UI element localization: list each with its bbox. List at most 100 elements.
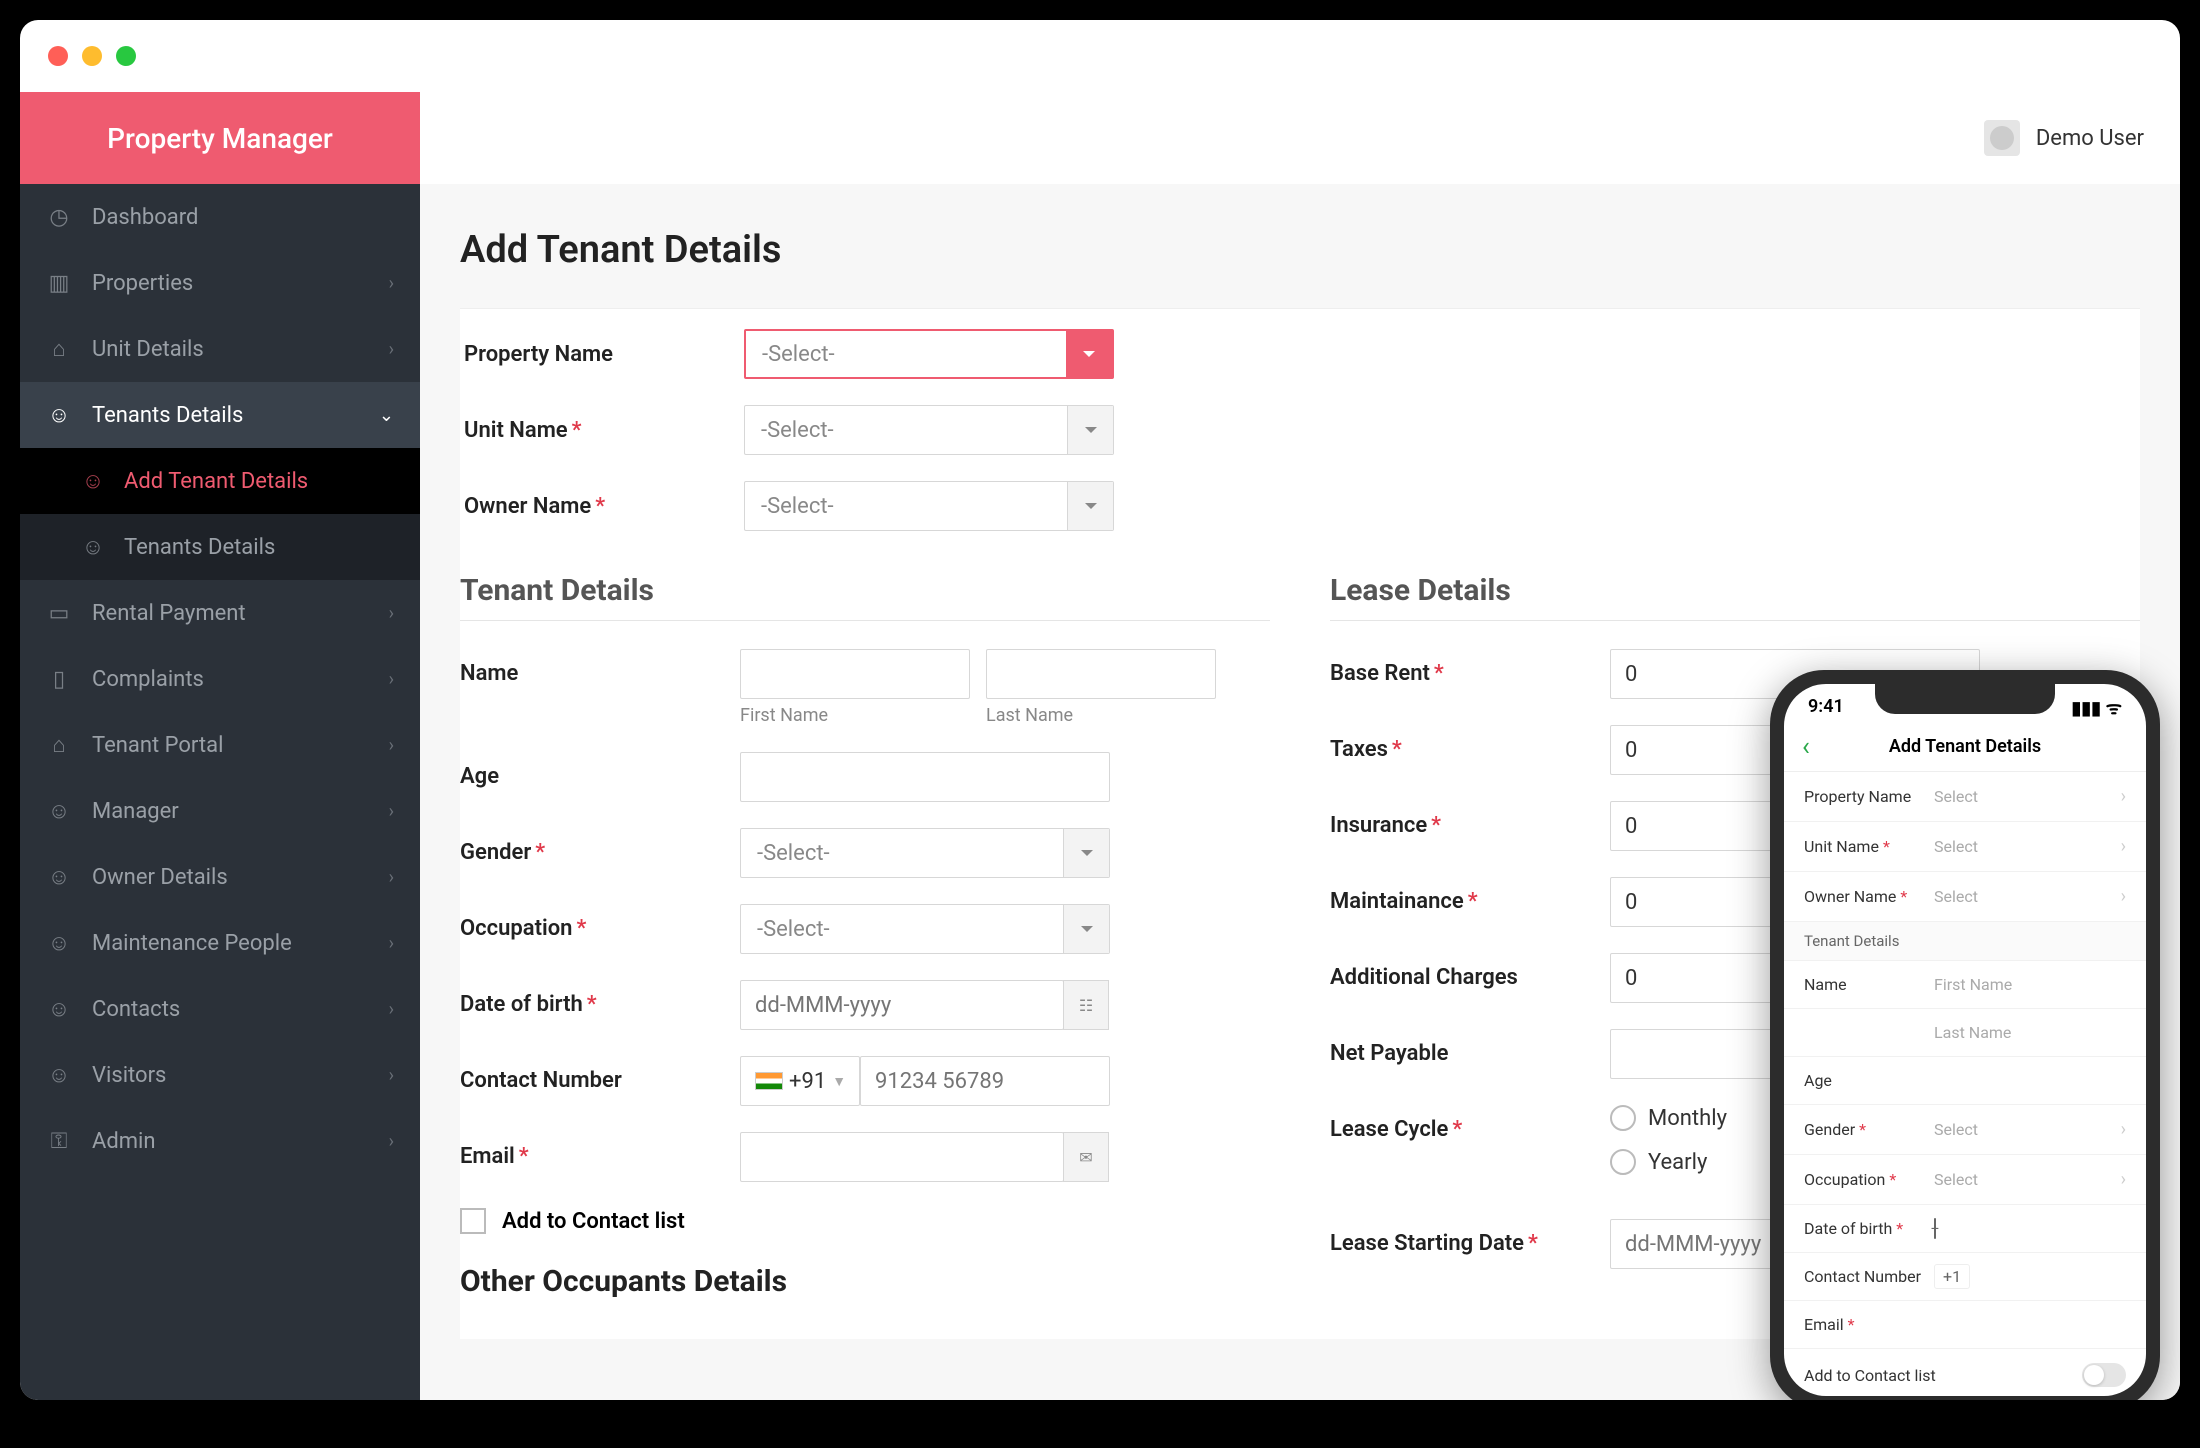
chevron-right-icon: › [389, 867, 394, 888]
input-dob[interactable] [740, 980, 1064, 1030]
dropdown-icon [1067, 482, 1113, 530]
select-owner-name[interactable]: -Select- [744, 481, 1114, 531]
nav-properties[interactable]: ▥Properties› [20, 250, 420, 316]
chevron-right-icon: › [389, 801, 394, 822]
chevron-right-icon: › [389, 339, 394, 360]
phone-title: Add Tenant Details [1889, 736, 2041, 757]
gauge-icon: ◷ [46, 204, 72, 230]
phone-row-occupation[interactable]: Occupation*Select› [1784, 1155, 2146, 1205]
phone-time: 9:41 [1808, 696, 1844, 720]
label-additional: Additional Charges [1330, 953, 1580, 990]
label-contact: Contact Number [460, 1056, 710, 1093]
nav-complaints[interactable]: ▯Complaints› [20, 646, 420, 712]
phone-row-email[interactable]: Email* [1784, 1301, 2146, 1349]
select-value: -Select- [762, 342, 835, 367]
input-phone[interactable] [860, 1056, 1110, 1106]
nav-label: Maintenance People [92, 931, 292, 956]
select-value: -Select- [761, 494, 834, 519]
flag-india-icon [755, 1072, 783, 1090]
nav-tenants-details[interactable]: ☺Tenants Details⌄ [20, 382, 420, 448]
input-last-name[interactable] [986, 649, 1216, 699]
window-close-icon[interactable] [48, 46, 68, 66]
people-icon: ☺ [80, 534, 106, 560]
nav-rental-payment[interactable]: ▭Rental Payment› [20, 580, 420, 646]
chevron-right-icon: › [2121, 836, 2126, 857]
label-lease-start: Lease Starting Date* [1330, 1219, 1580, 1256]
label-dob: Date of birth* [460, 980, 710, 1017]
lock-icon: ⚿ [46, 1128, 72, 1154]
chevron-right-icon: › [389, 735, 394, 756]
phone-mockup: 9:41 ▮▮▮ ᯤ ‹ Add Tenant Details Property… [1770, 670, 2160, 1400]
visitor-icon: ☺ [46, 1062, 72, 1088]
avatar[interactable] [1984, 120, 2020, 156]
nav-label: Owner Details [92, 865, 228, 890]
input-first-name[interactable] [740, 649, 970, 699]
owner-icon: ☺ [46, 864, 72, 890]
toggle-add-to-contacts[interactable] [2082, 1363, 2126, 1387]
person-icon: ☺ [46, 402, 72, 428]
chevron-right-icon: › [2121, 1119, 2126, 1140]
phone-row-add-to-contacts[interactable]: Add to Contact list [1784, 1349, 2146, 1396]
phone-back-icon[interactable]: ‹ [1802, 732, 1810, 762]
nav-label: Contacts [92, 997, 180, 1022]
nav-label: Admin [92, 1129, 156, 1154]
label-taxes: Taxes* [1330, 725, 1580, 762]
chevron-right-icon: › [2121, 1169, 2126, 1190]
nav-label: Complaints [92, 667, 204, 692]
input-age[interactable] [740, 752, 1110, 802]
phone-row-owner-name[interactable]: Owner Name*Select› [1784, 872, 2146, 922]
label-lease-cycle: Lease Cycle* [1330, 1105, 1580, 1142]
nav-label: Tenants Details [92, 403, 243, 428]
phone-row-gender[interactable]: Gender*Select› [1784, 1105, 2146, 1155]
manager-icon: ☺ [46, 798, 72, 824]
phone-row-age[interactable]: Age [1784, 1057, 2146, 1105]
nav-unit-details[interactable]: ⌂Unit Details› [20, 316, 420, 382]
nav-maintenance-people[interactable]: ☺Maintenance People› [20, 910, 420, 976]
contacts-icon: ☺ [46, 996, 72, 1022]
chevron-right-icon: › [389, 603, 394, 624]
chevron-right-icon: › [2121, 786, 2126, 807]
nav-contacts[interactable]: ☺Contacts› [20, 976, 420, 1042]
label-age: Age [460, 752, 710, 789]
phone-row-unit-name[interactable]: Unit Name*Select› [1784, 822, 2146, 872]
nav-owner-details[interactable]: ☺ Owner Details › [20, 844, 420, 910]
nav-label: Tenant Portal [92, 733, 223, 758]
nav-dashboard[interactable]: ◷Dashboard [20, 184, 420, 250]
dial-code-select[interactable]: +91▼ [740, 1056, 860, 1106]
phone-row-contact[interactable]: Contact Number+1 [1784, 1253, 2146, 1301]
section-lease-details: Lease Details [1330, 561, 2140, 621]
phone-row-name-first[interactable]: NameFirst Name [1784, 961, 2146, 1009]
label-add-to-contacts: Add to Contact list [502, 1209, 685, 1234]
calendar-icon[interactable]: ☷ [1063, 980, 1109, 1030]
nav: ◷Dashboard ▥Properties› ⌂Unit Details› ☺… [20, 184, 420, 1400]
select-unit-name[interactable]: -Select- [744, 405, 1114, 455]
nav-manager[interactable]: ☺Manager› [20, 778, 420, 844]
phone-row-property-name[interactable]: Property NameSelect› [1784, 772, 2146, 822]
subnav-add-tenant[interactable]: ☺Add Tenant Details [20, 448, 420, 514]
phone-row-dob[interactable]: Date of birth* [1784, 1205, 2146, 1253]
nav-admin[interactable]: ⚿Admin› [20, 1108, 420, 1174]
user-name: Demo User [2036, 126, 2144, 151]
phone-signal-icon: ▮▮▮ ᯤ [2071, 696, 2122, 720]
select-property-name[interactable]: -Select- [744, 329, 1114, 379]
window-minimize-icon[interactable] [82, 46, 102, 66]
page-title: Add Tenant Details [460, 228, 2140, 272]
door-icon: ⌂ [46, 732, 72, 758]
phone-row-name-last[interactable]: Last Name [1784, 1009, 2146, 1057]
phone-section-tenant: Tenant Details [1784, 922, 2146, 961]
window-maximize-icon[interactable] [116, 46, 136, 66]
chevron-right-icon: › [389, 273, 394, 294]
subnav-tenants-details[interactable]: ☺Tenants Details [20, 514, 420, 580]
input-email[interactable] [740, 1132, 1064, 1182]
nav-tenant-portal[interactable]: ⌂ Tenant Portal › [20, 712, 420, 778]
dropdown-icon [1067, 406, 1113, 454]
label-unit-name: Unit Name* [464, 418, 714, 443]
select-occupation[interactable]: -Select- [740, 904, 1110, 954]
mail-icon[interactable]: ✉ [1063, 1132, 1109, 1182]
label-maintenance: Maintainance* [1330, 877, 1580, 914]
select-gender[interactable]: -Select- [740, 828, 1110, 878]
phone-form: Property NameSelect› Unit Name*Select› O… [1784, 772, 2146, 1396]
checkbox-add-to-contacts[interactable] [460, 1208, 486, 1234]
nav-visitors[interactable]: ☺Visitors› [20, 1042, 420, 1108]
label-gender: Gender* [460, 828, 710, 865]
